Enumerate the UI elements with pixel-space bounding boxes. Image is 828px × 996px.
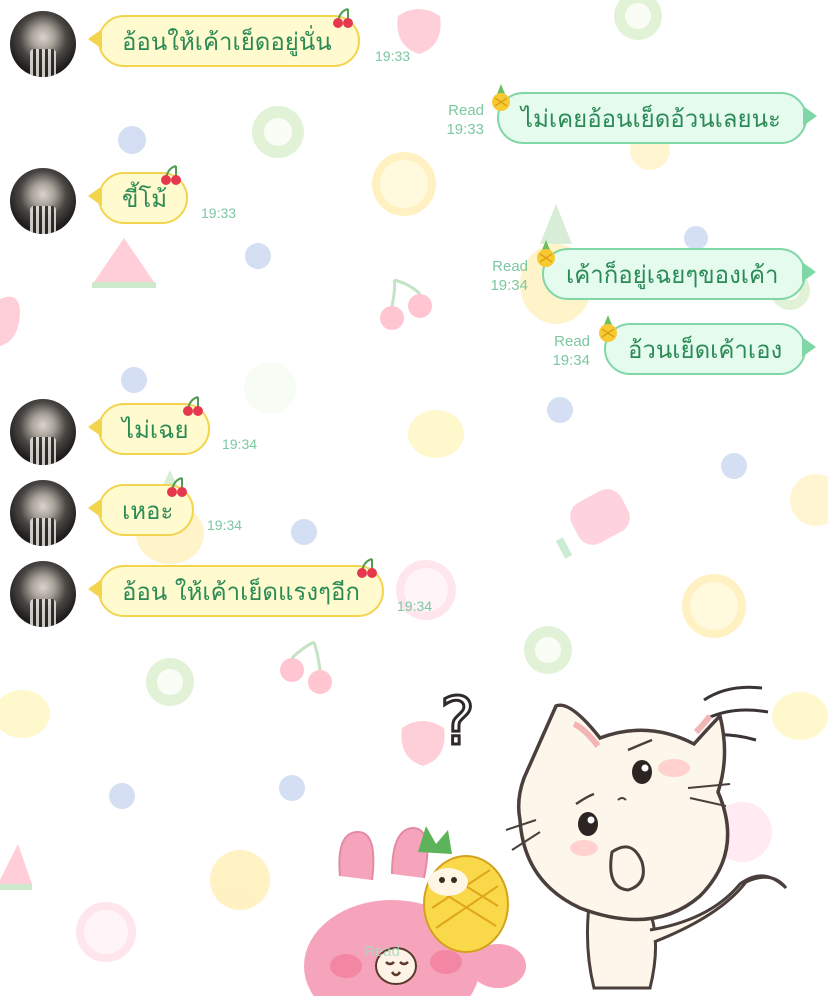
- message-text: อ้อนให้เค้าเย็ดอยู่นั่น: [122, 27, 332, 56]
- incoming-message-bubble[interactable]: อ้อนให้เค้าเย็ดอยู่นั่น: [88, 8, 360, 67]
- read-receipt: Read 19:34: [476, 257, 528, 295]
- message-timestamp: 19:33: [446, 121, 484, 138]
- contact-avatar[interactable]: [10, 480, 76, 546]
- message-timestamp: 19:34: [397, 598, 433, 614]
- contact-avatar[interactable]: [10, 399, 76, 465]
- question-mark-text: ?: [440, 683, 475, 760]
- contact-avatar[interactable]: [10, 561, 76, 627]
- message-timestamp: 19:33: [375, 48, 411, 64]
- sticker-read-label: Read: [364, 943, 400, 960]
- read-label: Read: [492, 258, 528, 275]
- message-text: อ้อน ให้เค้าเย็ดแรงๆอีก: [122, 577, 360, 606]
- pineapple-icon: [599, 315, 617, 342]
- incoming-message-bubble[interactable]: เหอะ: [88, 477, 194, 536]
- pineapple-icon: [492, 84, 510, 111]
- read-receipt: Read 19:34: [538, 332, 590, 370]
- contact-avatar[interactable]: [10, 11, 76, 77]
- incoming-message-bubble[interactable]: ไม่เฉย: [88, 396, 210, 455]
- incoming-message-bubble[interactable]: อ้อน ให้เค้าเย็ดแรงๆอีก: [88, 558, 384, 617]
- cherry-icon: [167, 477, 187, 497]
- message-text: ไม่เฉย: [122, 415, 189, 444]
- message-timestamp: 19:34: [222, 436, 258, 452]
- pineapple-icon: [537, 240, 555, 267]
- pink-bunny-pineapple-sticker[interactable]: Read: [300, 816, 530, 996]
- contact-avatar[interactable]: [10, 168, 76, 234]
- strawberry-decoration: [0, 9, 445, 766]
- message-timestamp: 19:34: [207, 517, 243, 533]
- message-text: เค้าก็อยู่เฉยๆของเค้า: [566, 260, 779, 289]
- cherry-icon: [161, 165, 181, 185]
- incoming-message-bubble[interactable]: ขี้โม้: [88, 165, 188, 224]
- popsicle-decoration: [555, 489, 630, 559]
- cherry-icon: [333, 8, 353, 28]
- outgoing-message-bubble[interactable]: เค้าก็อยู่เฉยๆของเค้า: [537, 240, 816, 300]
- message-timestamp: 19:34: [552, 352, 590, 369]
- message-text: อ้วนเย็ดเค้าเอง: [628, 335, 783, 364]
- cherry-icon: [183, 396, 203, 416]
- outgoing-message-bubble[interactable]: ไม่เคยอ้อนเย็ดอ้วนเลยนะ: [492, 84, 817, 144]
- message-timestamp: 19:33: [201, 205, 237, 221]
- cherry-decoration: [280, 278, 432, 694]
- outgoing-message-bubble[interactable]: อ้วนเย็ดเค้าเอง: [599, 315, 816, 375]
- read-label: Read: [554, 333, 590, 350]
- message-timestamp: 19:34: [490, 277, 528, 294]
- read-label: Read: [448, 102, 484, 119]
- read-receipt: Read 19:33: [432, 101, 484, 139]
- cherry-icon: [357, 558, 377, 578]
- message-text: ไม่เคยอ้อนเย็ดอ้วนเลยนะ: [521, 104, 781, 133]
